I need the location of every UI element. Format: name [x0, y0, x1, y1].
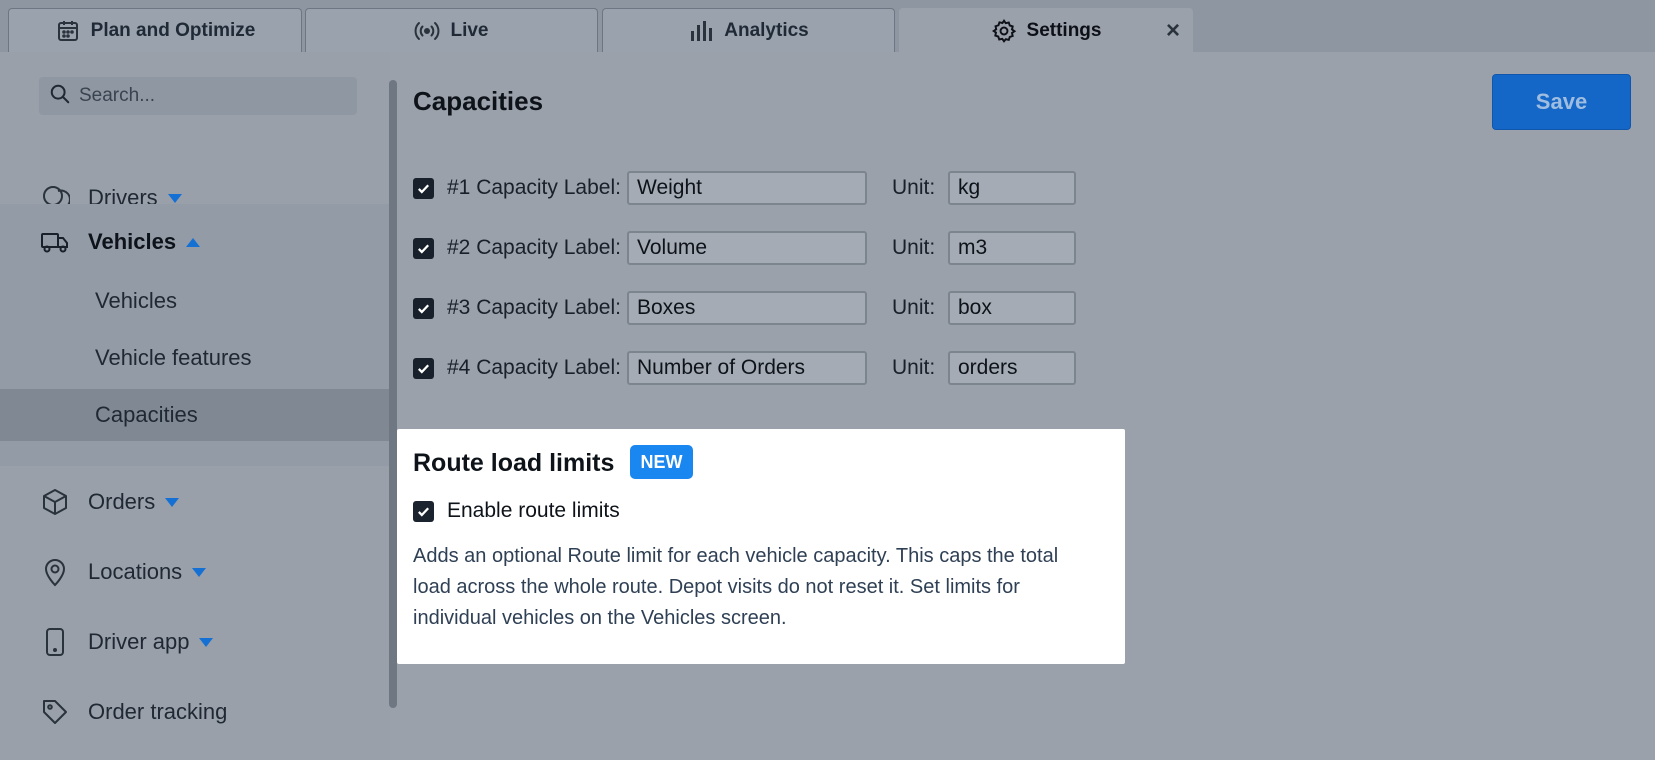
unit-label: Unit: — [892, 356, 936, 379]
capacity-label-field[interactable]: Boxes — [627, 291, 867, 325]
tab-label: Settings — [1026, 19, 1102, 41]
capacity-label: #2 Capacity Label: — [447, 236, 621, 259]
tab-live[interactable]: Live — [305, 8, 598, 52]
close-icon[interactable]: × — [1166, 19, 1180, 43]
sidebar-item-driver-app[interactable]: Driver app — [0, 612, 390, 672]
unit-field[interactable]: box — [948, 291, 1076, 325]
capacity-label: #3 Capacity Label: — [447, 296, 621, 319]
box-icon — [40, 487, 70, 517]
sidebar-item-order-tracking[interactable]: Order tracking — [0, 682, 390, 742]
vehicles-group: Vehicles Vehicles Vehicle features Capac… — [0, 204, 390, 466]
tab-plan-and-optimize[interactable]: Plan and Optimize — [8, 8, 302, 52]
bar-chart-icon — [688, 18, 714, 44]
chevron-down-icon — [192, 567, 207, 577]
capacity-label: #1 Capacity Label: — [447, 176, 621, 199]
broadcast-icon — [414, 18, 440, 44]
unit-label: Unit: — [892, 296, 936, 319]
sidebar-item-label: Driver app — [88, 629, 190, 654]
unit-field[interactable]: orders — [948, 351, 1076, 385]
chevron-down-icon — [165, 497, 180, 507]
search-placeholder: Search... — [79, 85, 156, 106]
unit-label: Unit: — [892, 236, 936, 259]
enable-route-limits-row: Enable route limits — [413, 499, 620, 523]
capacity-row: #2 Capacity Label: Volume Unit: m3 — [413, 230, 1076, 266]
capacity-label-field[interactable]: Volume — [627, 231, 867, 265]
sidebar-scrollbar[interactable] — [389, 80, 397, 708]
tab-analytics[interactable]: Analytics — [602, 8, 895, 52]
sidebar-subitem-vehicles[interactable]: Vehicles — [0, 275, 390, 327]
unit-field[interactable]: m3 — [948, 231, 1076, 265]
truck-icon — [40, 227, 70, 257]
sidebar-subitem-vehicle-features[interactable]: Vehicle features — [0, 332, 390, 384]
calendar-icon — [55, 18, 81, 44]
route-load-limits-panel: Route load limits NEW Enable route limit… — [397, 429, 1125, 664]
chevron-up-icon — [186, 237, 201, 247]
phone-icon — [40, 627, 70, 657]
unit-label: Unit: — [892, 176, 936, 199]
tab-settings[interactable]: Settings × — [899, 8, 1193, 52]
tab-label: Analytics — [724, 19, 809, 41]
capacity-checkbox[interactable] — [413, 177, 434, 199]
capacity-row: #3 Capacity Label: Boxes Unit: box — [413, 290, 1076, 326]
capacity-row: #1 Capacity Label: Weight Unit: kg — [413, 170, 1076, 206]
capacity-checkbox[interactable] — [413, 237, 434, 259]
sidebar-item-label: Locations — [88, 559, 183, 584]
sidebar: Search... Drivers Vehicles Vehicles Vehi… — [0, 52, 390, 760]
capacity-checkbox[interactable] — [413, 357, 434, 379]
sidebar-item-label: Order tracking — [88, 699, 228, 724]
sidebar-subitem-capacities[interactable]: Capacities — [0, 389, 390, 441]
search-icon — [49, 83, 71, 110]
sidebar-item-locations[interactable]: Locations — [0, 542, 390, 602]
unit-field[interactable]: kg — [948, 171, 1076, 205]
enable-route-limits-checkbox[interactable] — [413, 500, 434, 522]
save-button[interactable]: Save — [1492, 74, 1631, 130]
sidebar-item-label: Vehicles — [88, 229, 177, 254]
chevron-down-icon — [199, 637, 214, 647]
tab-bar: Plan and Optimize Live Analytics Setting… — [0, 0, 1655, 52]
capacity-label-field[interactable]: Weight — [627, 171, 867, 205]
tab-label: Live — [450, 19, 489, 41]
sidebar-item-vehicles[interactable]: Vehicles — [0, 212, 390, 272]
enable-route-limits-label[interactable]: Enable route limits — [447, 499, 620, 523]
gear-icon — [991, 18, 1017, 44]
new-badge: NEW — [630, 445, 693, 479]
capacity-checkbox[interactable] — [413, 297, 434, 319]
capacity-label: #4 Capacity Label: — [447, 356, 621, 379]
tag-icon — [40, 697, 70, 727]
sidebar-item-orders[interactable]: Orders — [0, 472, 390, 532]
sidebar-item-label: Orders — [88, 489, 156, 514]
capacity-label-field[interactable]: Number of Orders — [627, 351, 867, 385]
page-title: Capacities — [413, 86, 544, 116]
search-input[interactable]: Search... — [39, 77, 357, 115]
location-pin-icon — [40, 557, 70, 587]
capacity-row: #4 Capacity Label: Number of Orders Unit… — [413, 350, 1076, 386]
panel-description: Adds an optional Route limit for each ve… — [413, 545, 1059, 629]
tab-label: Plan and Optimize — [90, 19, 256, 41]
panel-title: Route load limits — [413, 449, 615, 477]
chevron-down-icon — [167, 193, 182, 203]
